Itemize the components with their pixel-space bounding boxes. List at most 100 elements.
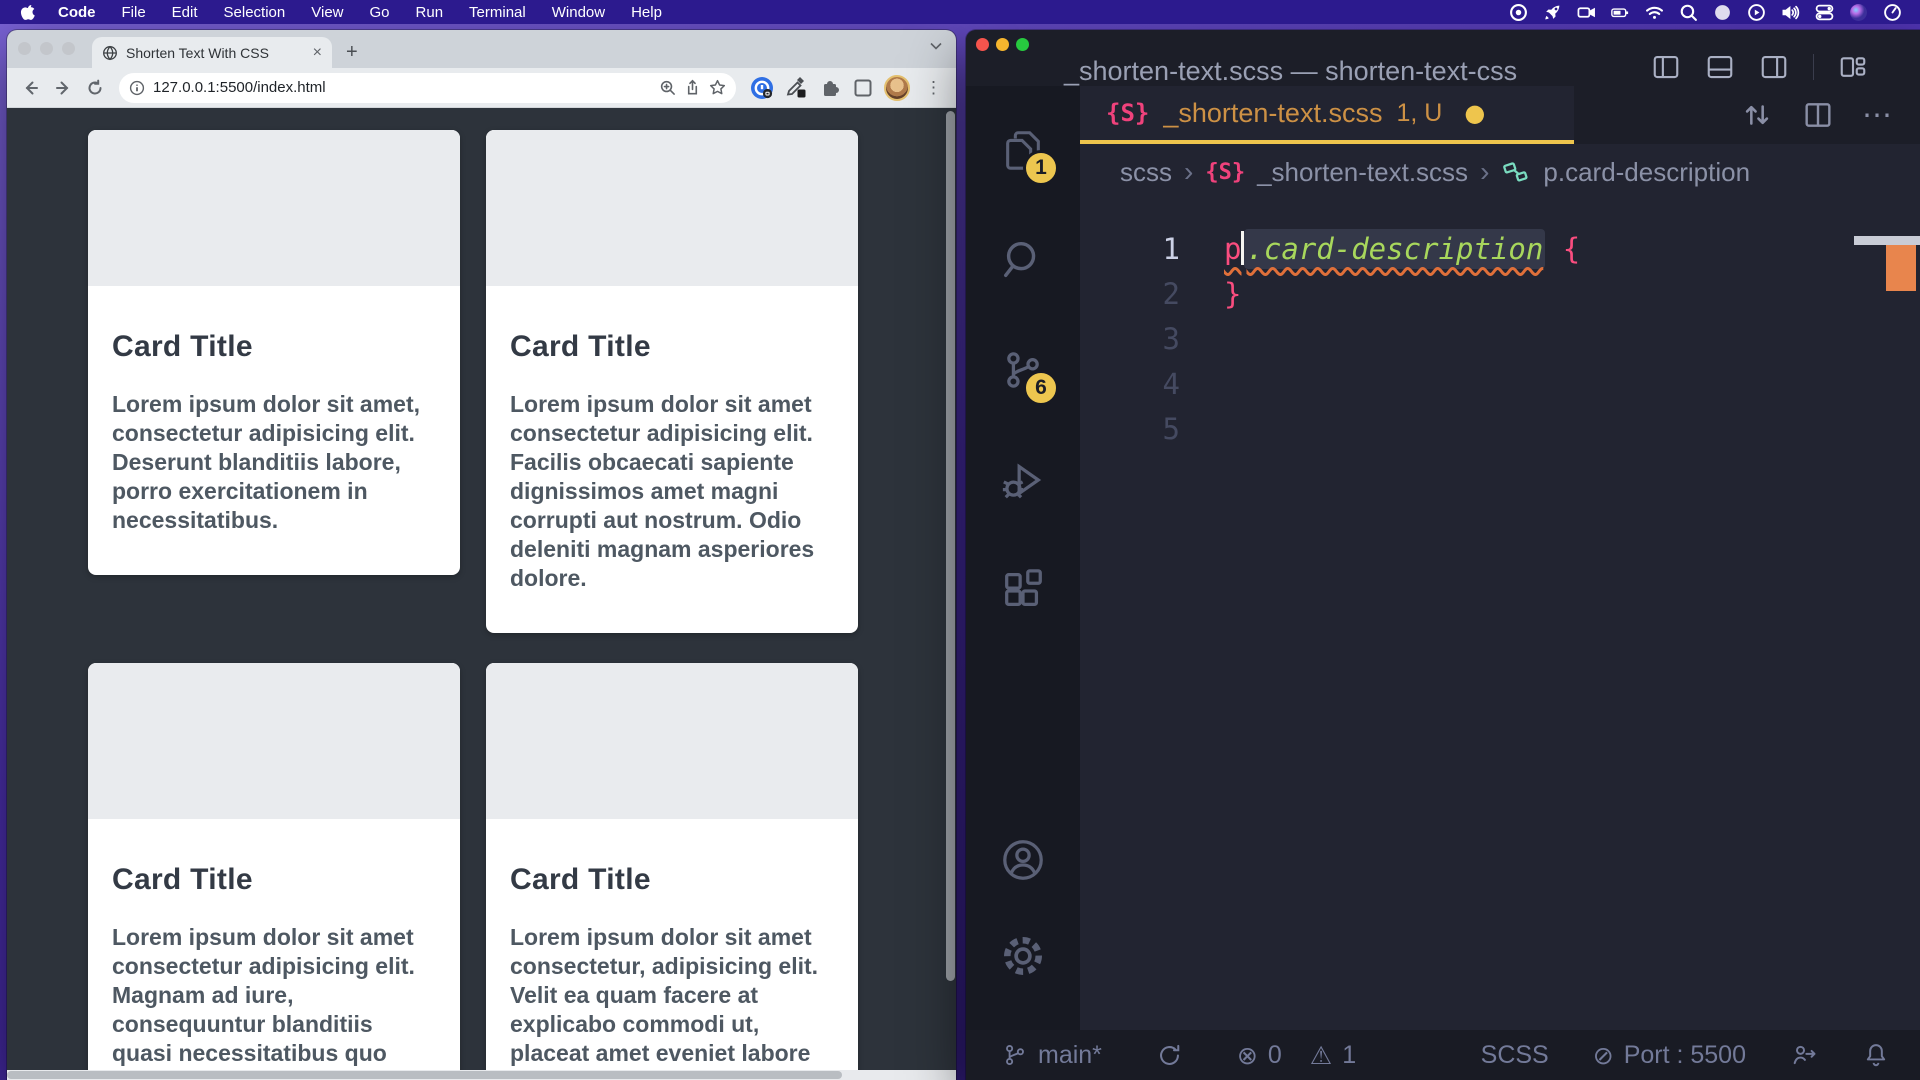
notifications-bell-button[interactable] <box>1862 1041 1890 1069</box>
zoom-window-button[interactable] <box>1016 38 1029 51</box>
address-bar[interactable]: 127.0.0.1:5500/index.html <box>119 73 736 103</box>
eyedropper-icon[interactable] <box>785 76 809 100</box>
screen-recording-icon[interactable] <box>1577 3 1596 22</box>
menu-edit[interactable]: Edit <box>159 4 211 21</box>
more-actions-icon[interactable]: ⋯ <box>1862 98 1894 133</box>
apple-logo-icon[interactable] <box>20 4 35 21</box>
toggle-sidebar-icon[interactable] <box>1651 52 1681 82</box>
password-manager-icon[interactable] <box>750 76 774 100</box>
live-server-port[interactable]: ⊘ Port : 5500 <box>1593 1041 1746 1070</box>
browser-toolbar: 127.0.0.1:5500/index.html ⋮ <box>7 68 956 108</box>
side-panel-icon[interactable] <box>853 78 873 98</box>
forward-button[interactable] <box>49 74 77 102</box>
editor-tab[interactable]: {S} _shorten-text.scss 1, U ● <box>1080 86 1574 144</box>
browser-tab-title: Shorten Text With CSS <box>126 45 305 61</box>
close-window-button[interactable] <box>976 38 989 51</box>
language-mode[interactable]: SCSS <box>1481 1041 1549 1070</box>
share-icon[interactable] <box>684 79 701 96</box>
source-control-icon[interactable]: 6 <box>995 342 1051 398</box>
menu-window[interactable]: Window <box>539 4 618 21</box>
reload-button[interactable] <box>81 74 109 102</box>
tab-close-icon[interactable]: × <box>313 44 322 62</box>
new-tab-button[interactable]: + <box>346 41 358 64</box>
do-not-disturb-icon[interactable] <box>1713 3 1732 22</box>
search-icon[interactable] <box>1679 3 1698 22</box>
menu-file[interactable]: File <box>109 4 159 21</box>
back-button[interactable] <box>17 74 45 102</box>
toggle-secondary-sidebar-icon[interactable] <box>1759 52 1789 82</box>
explorer-icon[interactable]: 1 <box>995 122 1051 178</box>
rocket-icon[interactable] <box>1543 3 1562 22</box>
account-icon[interactable] <box>995 832 1051 888</box>
card-description: Lorem ipsum dolor sit amet consectetur, … <box>510 923 834 1080</box>
warning-count: 1 <box>1342 1041 1356 1070</box>
search-icon[interactable] <box>995 232 1051 288</box>
wifi-icon[interactable] <box>1645 3 1664 22</box>
card-image-placeholder <box>486 663 858 819</box>
profile-avatar[interactable] <box>884 75 910 101</box>
problems-status[interactable]: ⊗ 0 ⚠ 1 <box>1237 1041 1356 1070</box>
url-text[interactable]: 127.0.0.1:5500/index.html <box>153 79 651 96</box>
volume-icon[interactable] <box>1781 3 1800 22</box>
menu-code[interactable]: Code <box>45 4 109 21</box>
unsaved-dot-icon[interactable]: ● <box>1464 99 1485 127</box>
vscode-window: _shorten-text.scss — shorten-text-css 1 … <box>966 30 1920 1080</box>
zoom-window-button[interactable] <box>62 42 75 55</box>
swap-changes-icon[interactable] <box>1740 98 1774 132</box>
page-info-icon[interactable] <box>129 80 145 96</box>
horizontal-scrollbar[interactable] <box>7 1070 956 1080</box>
tab-file-name: _shorten-text.scss <box>1163 98 1382 129</box>
settings-gear-icon[interactable] <box>995 928 1051 984</box>
scrollbar-slider[interactable] <box>1854 236 1920 245</box>
minimize-window-button[interactable] <box>40 42 53 55</box>
customize-layout-icon[interactable] <box>1838 52 1868 82</box>
menu-view[interactable]: View <box>298 4 356 21</box>
tab-search-chevron-icon[interactable] <box>930 42 942 50</box>
extensions-puzzle-icon[interactable] <box>820 77 842 99</box>
menu-help[interactable]: Help <box>618 4 675 21</box>
zoom-icon[interactable] <box>659 79 676 96</box>
minimize-window-button[interactable] <box>996 38 1009 51</box>
breadcrumb-symbol[interactable]: p.card-description <box>1543 157 1750 188</box>
card-title: Card Title <box>112 863 436 897</box>
close-window-button[interactable] <box>18 42 31 55</box>
line-number: 4 <box>1080 367 1180 401</box>
breadcrumb-folder[interactable]: scss <box>1120 157 1172 188</box>
scrollbar-thumb[interactable] <box>7 1071 842 1079</box>
control-center-icon[interactable] <box>1815 3 1834 22</box>
bookmark-star-icon[interactable] <box>709 79 726 96</box>
divider <box>1813 54 1814 80</box>
menu-selection[interactable]: Selection <box>211 4 299 21</box>
menu-go[interactable]: Go <box>357 4 403 21</box>
card-title: Card Title <box>510 863 834 897</box>
toggle-panel-icon[interactable] <box>1705 52 1735 82</box>
play-circle-icon[interactable] <box>1747 3 1766 22</box>
record-icon[interactable] <box>1509 3 1528 22</box>
extensions-icon[interactable] <box>995 562 1051 618</box>
menu-terminal[interactable]: Terminal <box>456 4 539 21</box>
clock-icon[interactable] <box>1883 3 1902 22</box>
battery-icon[interactable] <box>1611 3 1630 22</box>
card: Card Title Lorem ipsum dolor sit amet co… <box>486 663 858 1080</box>
scrollbar-thumb[interactable] <box>946 111 955 981</box>
sync-changes-button[interactable] <box>1156 1042 1183 1069</box>
git-branch-status[interactable]: main* <box>1002 1041 1102 1070</box>
split-editor-icon[interactable] <box>1802 99 1834 131</box>
code-token-tag: p <box>1224 232 1241 266</box>
vertical-scrollbar[interactable] <box>945 111 956 981</box>
code-token-class: .card-description <box>1244 229 1545 269</box>
siri-icon[interactable] <box>1849 3 1868 22</box>
window-controls <box>18 42 75 55</box>
chevron-right-icon: › <box>1480 156 1489 188</box>
card-image-placeholder <box>88 130 460 286</box>
port-label: Port : 5500 <box>1624 1041 1746 1070</box>
status-bar: main* ⊗ 0 ⚠ 1 SCSS ⊘ Port : 5500 <box>966 1030 1920 1080</box>
browser-tab[interactable]: Shorten Text With CSS × <box>92 37 332 68</box>
window-controls <box>976 38 1029 51</box>
menu-run[interactable]: Run <box>403 4 457 21</box>
live-share-button[interactable] <box>1790 1041 1818 1069</box>
code-editor[interactable]: 1 p.card-description { 2 } 3 4 5 <box>1080 200 1920 1030</box>
run-debug-icon[interactable] <box>995 452 1051 508</box>
browser-menu-icon[interactable]: ⋮ <box>921 78 946 98</box>
breadcrumb-file[interactable]: _shorten-text.scss <box>1257 157 1468 188</box>
